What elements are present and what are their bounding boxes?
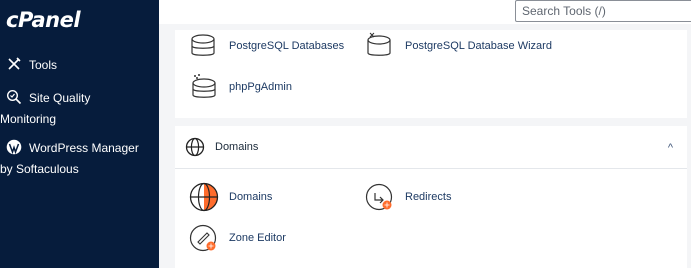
tool-label: phpPgAdmin <box>229 81 292 93</box>
top-bar <box>159 0 691 24</box>
panel-title: Domains <box>215 141 259 153</box>
main-content: PostgreSQL Databases PostgreSQL Database… <box>159 0 691 268</box>
tool-label: Redirects <box>405 191 452 203</box>
tool-domains[interactable]: Domains <box>189 182 272 212</box>
sidebar-item-site-quality[interactable]: Site Quality Monitoring <box>0 88 91 130</box>
tools-icon <box>8 57 21 70</box>
tool-redirects[interactable]: Redirects <box>365 182 451 212</box>
sidebar-item-tools[interactable]: Tools <box>6 55 57 76</box>
globe-icon <box>185 137 205 157</box>
tool-label: PostgreSQL Database Wizard <box>405 40 552 52</box>
databases-panel: PostgreSQL Databases PostgreSQL Database… <box>175 30 687 118</box>
phppgadmin-icon <box>192 74 216 98</box>
sidebar-item-label: WordPress Manager <box>29 141 139 155</box>
sidebar-item-wordpress-manager[interactable]: WordPress Manager by Softaculous <box>0 138 139 180</box>
sidebar: cPanel Tools Site Quality Monitoring Wor… <box>0 0 159 268</box>
tool-label: PostgreSQL Databases <box>229 40 345 52</box>
tool-zone-editor[interactable]: Zone Editor <box>189 223 286 253</box>
sidebar-item-label: Site Quality <box>29 91 91 105</box>
sidebar-item-label: Tools <box>29 58 58 72</box>
database-icon <box>191 34 215 56</box>
sidebar-item-label-line2: by Softaculous <box>0 162 79 176</box>
cpanel-logo[interactable]: cPanel <box>6 8 81 32</box>
domains-panel-header[interactable]: Domains ^ <box>185 136 677 158</box>
tool-phppgadmin[interactable]: phpPgAdmin <box>189 72 292 102</box>
tool-postgresql-databases[interactable]: PostgreSQL Databases <box>189 31 344 61</box>
tool-label: Zone Editor <box>229 232 286 244</box>
panel-divider <box>175 168 687 169</box>
wordpress-icon <box>6 139 22 155</box>
domains-panel: Domains ^ Domains Redirects Zone Editor <box>175 126 687 268</box>
database-wizard-icon <box>367 32 391 56</box>
search-tools-input[interactable] <box>515 0 691 22</box>
redirects-icon <box>365 183 393 211</box>
tool-label: Domains <box>229 191 273 203</box>
chevron-up-icon[interactable]: ^ <box>668 142 673 154</box>
tool-postgresql-database-wizard[interactable]: PostgreSQL Database Wizard <box>365 31 552 61</box>
sidebar-item-label-line2: Monitoring <box>0 112 57 126</box>
magnifier-icon <box>6 89 22 105</box>
zone-editor-icon <box>189 224 217 252</box>
domains-globe-icon <box>189 182 219 212</box>
